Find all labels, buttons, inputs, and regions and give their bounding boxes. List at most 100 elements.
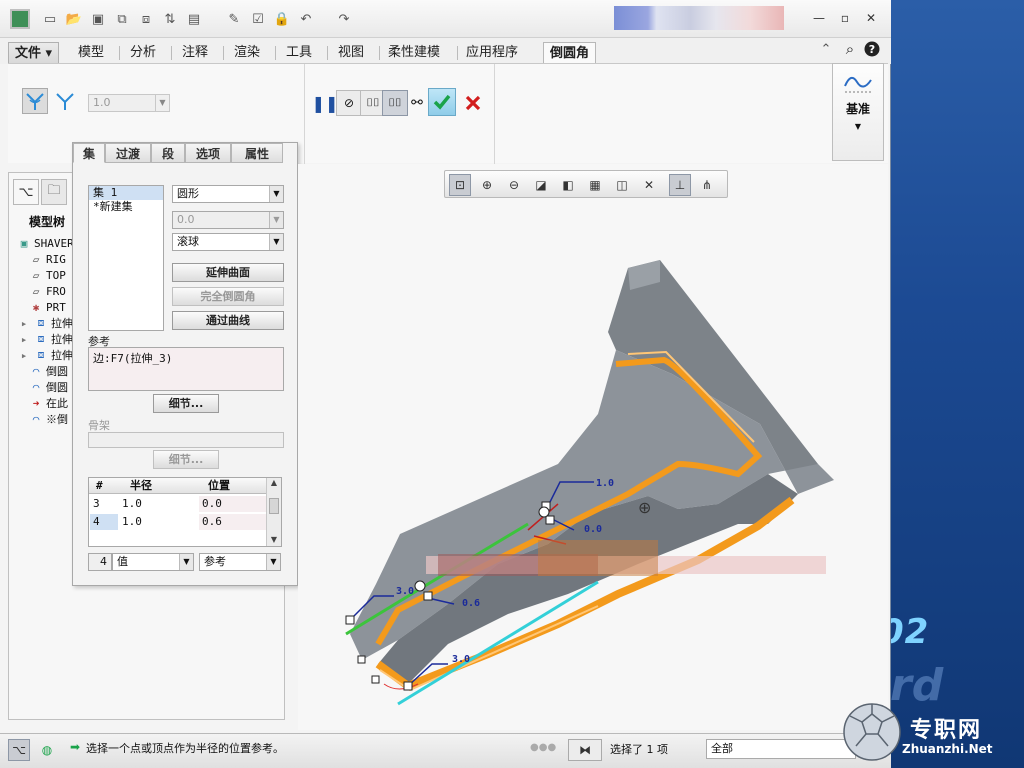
constant-round-icon[interactable] [22, 88, 48, 114]
list-item[interactable]: 集 1 [89, 186, 163, 200]
radius-table: # 半径 位置 3 1.0 0.0 4 1.0 0.6 ▲ ▼ [88, 477, 282, 547]
tree-toggle-icon[interactable]: ⌥ [8, 739, 30, 761]
display-style-icon[interactable]: ◧ [557, 174, 579, 196]
position-reference-combo[interactable]: 参考 ▼ [199, 553, 281, 571]
dimension-label[interactable]: 0.0 [584, 524, 602, 535]
search-icon[interactable]: ⌕ [840, 39, 860, 59]
zoom-in-icon[interactable]: ⊕ [476, 174, 498, 196]
tab-segments[interactable]: 段 [151, 143, 185, 163]
undo-icon[interactable]: ↶ [296, 9, 316, 29]
datum-dropdown-icon[interactable]: ▼ [833, 122, 883, 131]
pause-icon[interactable]: ❚❚ [312, 90, 339, 116]
skeleton-details-button[interactable]: 细节... [153, 450, 219, 469]
tree-item[interactable]: ▣ SHAVER_ [17, 235, 81, 251]
selection-filter-combo[interactable]: 全部 [706, 739, 856, 759]
radius-table-header: # 半径 位置 [89, 478, 267, 494]
find-icon[interactable]: ⧓ [568, 739, 602, 761]
dimension-label[interactable]: 1.0 [596, 478, 614, 489]
tree-item[interactable]: ➜ 在此 [29, 395, 68, 411]
saved-views-icon[interactable]: ▦ [584, 174, 606, 196]
close-icon[interactable]: ✕ [862, 10, 880, 26]
save-icon[interactable]: ▣ [88, 9, 108, 29]
windows-icon[interactable]: ▤ [184, 9, 204, 29]
radius-table-scrollbar[interactable]: ▲ ▼ [266, 478, 281, 546]
point-index-field[interactable]: 4 [88, 553, 112, 571]
tab-analysis[interactable]: 分析 [124, 42, 162, 64]
datum-label: 基准 [845, 102, 870, 116]
ok-button[interactable] [428, 88, 456, 116]
datum-display-icon[interactable]: ✕ [638, 174, 660, 196]
skeleton-collector[interactable] [88, 432, 284, 448]
annotation-display-icon[interactable]: ⊥ [669, 174, 691, 196]
details-button[interactable]: 细节... [153, 394, 219, 413]
message-arrow-icon: ➡ [70, 740, 81, 754]
extend-surfaces-button[interactable]: 延伸曲面 [172, 263, 284, 282]
help-icon[interactable]: ? [862, 39, 882, 59]
tab-options[interactable]: 选项 [185, 143, 231, 163]
tab-properties[interactable]: 属性 [231, 143, 283, 163]
watermark-site-url: Zhuanzhi.Net [902, 742, 993, 756]
tree-item[interactable]: ◠ 倒圆 [29, 363, 68, 379]
tree-item[interactable]: ▸ ⧈ 拉伸 [17, 331, 73, 347]
check-icon[interactable]: ☑ [248, 9, 268, 29]
variable-round-icon[interactable] [52, 88, 78, 114]
zoom-out-icon[interactable]: ⊖ [503, 174, 525, 196]
dimension-label[interactable]: 3.0 [452, 654, 470, 665]
new-file-icon[interactable]: ▭ [40, 9, 60, 29]
tab-tools[interactable]: 工具 [280, 42, 318, 64]
set-list[interactable]: 集 1 *新建集 [88, 185, 164, 331]
tab-sets[interactable]: 集 [73, 143, 105, 163]
references-collector[interactable]: 边:F7(拉伸_3) [88, 347, 284, 391]
open-folder-icon[interactable]: 📂 [64, 9, 84, 29]
datum-button[interactable]: 基准 ▼ [832, 63, 884, 161]
tree-item[interactable]: ▸ ⧈ 拉伸 [17, 347, 73, 363]
regenerate-icon[interactable]: ⧉ [112, 9, 132, 29]
tab-transitions[interactable]: 过渡 [105, 143, 151, 163]
cross-section-shape-combo[interactable]: 圆形 ▼ [172, 185, 284, 203]
tree-item[interactable]: ◠ 倒圆 [29, 379, 68, 395]
radius-value-combo[interactable]: 1.0 ▼ [88, 94, 170, 112]
tree-item[interactable]: ▸ ⧈ 拉伸 [17, 315, 73, 331]
tree-item[interactable]: ▱ FRO [29, 283, 66, 299]
graphics-viewport[interactable]: 1.0 0.0 3.0 0.6 3.0 ⊕ [298, 164, 888, 730]
repaint-icon[interactable]: ◪ [530, 174, 552, 196]
through-curve-button[interactable]: 通过曲线 [172, 311, 284, 330]
tree-item[interactable]: ▱ TOP [29, 267, 66, 283]
spin-center-toggle-icon[interactable]: ⋔ [696, 174, 718, 196]
tab-flexible-modeling[interactable]: 柔性建模 [382, 42, 446, 64]
tab-view[interactable]: 视图 [332, 42, 370, 64]
model-tree-tab-icon[interactable]: ⌥ [13, 179, 39, 205]
lock-icon[interactable]: 🔒 [272, 9, 292, 29]
svg-text:?: ? [869, 43, 875, 56]
tree-item[interactable]: ▱ RIG [29, 251, 66, 267]
tab-model[interactable]: 模型 [72, 42, 110, 64]
collapse-ribbon-icon[interactable]: ⌃ [816, 39, 836, 59]
tab-render[interactable]: 渲染 [228, 42, 266, 64]
glasses-icon[interactable]: ⚯ [404, 90, 430, 116]
full-round-button[interactable]: 完全倒圆角 [172, 287, 284, 306]
conic-value-combo[interactable]: 0.0 ▼ [172, 211, 284, 229]
folder-tab-icon[interactable]: 🗀 [41, 179, 67, 205]
edit-icon[interactable]: ✎ [224, 9, 244, 29]
window-icon[interactable]: ⧈ [136, 9, 156, 29]
value-type-combo[interactable]: 值 ▼ [112, 553, 194, 571]
maximize-icon[interactable]: ▫ [836, 10, 854, 26]
no-preview-icon[interactable]: ⊘ [336, 90, 362, 116]
view-manager-icon[interactable]: ◫ [611, 174, 633, 196]
browser-toggle-icon[interactable]: ◍ [36, 739, 58, 761]
creation-method-combo[interactable]: 滚球 ▼ [172, 233, 284, 251]
tab-applications[interactable]: 应用程序 [460, 42, 524, 64]
tab-file[interactable]: 文件 ▾ [8, 42, 60, 64]
cancel-button[interactable] [460, 90, 486, 116]
refit-icon[interactable]: ⊡ [449, 174, 471, 196]
redo-icon[interactable]: ↷ [334, 9, 354, 29]
tab-annotate[interactable]: 注释 [176, 42, 214, 64]
tree-item[interactable]: ✱ PRT [29, 299, 66, 315]
dimension-label[interactable]: 0.6 [462, 598, 480, 609]
close-window-icon[interactable]: ⇅ [160, 9, 180, 29]
list-item[interactable]: *新建集 [89, 200, 163, 214]
dimension-label[interactable]: 3.0 [396, 586, 414, 597]
tree-item[interactable]: ◠ ※倒 [29, 411, 68, 427]
tab-round[interactable]: 倒圆角 [543, 42, 597, 64]
minimize-icon[interactable]: — [810, 10, 828, 26]
